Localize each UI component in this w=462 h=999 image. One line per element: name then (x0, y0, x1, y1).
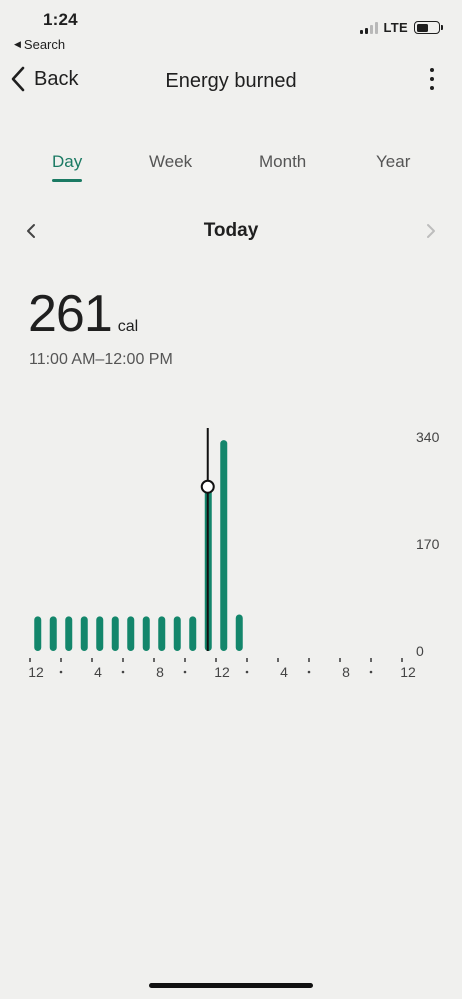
chart-bar[interactable] (96, 616, 104, 651)
tab-month[interactable]: Month (259, 152, 306, 172)
calories-value: 261 (28, 285, 113, 343)
battery-icon (414, 21, 443, 34)
x-tick-dot (59, 670, 63, 674)
status-indicators: LTE (359, 20, 443, 35)
chart-bar[interactable] (142, 616, 150, 651)
chart-bar[interactable] (173, 616, 181, 651)
tab-year[interactable]: Year (376, 152, 410, 172)
network-label: LTE (383, 20, 408, 35)
date-label: Today (203, 220, 259, 241)
chart-bar[interactable] (111, 616, 119, 651)
home-indicator (149, 983, 313, 988)
energy-bar-chart[interactable]: 12 4 8 12 4 8 120170340 (0, 410, 462, 690)
x-tick-dot (183, 670, 187, 674)
back-button[interactable]: Back (10, 66, 78, 92)
x-tick-dot (121, 670, 125, 674)
back-triangle-icon: ◀ (14, 39, 21, 49)
time-range: 11:00 AM–12:00 PM (29, 351, 173, 368)
chart-bar[interactable] (65, 616, 73, 651)
y-tick-label: 170 (416, 536, 440, 552)
chart-bar[interactable] (158, 616, 166, 651)
status-back-link[interactable]: ◀ Search (14, 37, 65, 52)
y-tick-label: 0 (416, 643, 424, 659)
chevron-right-icon (427, 224, 435, 238)
signal-icon (359, 21, 378, 34)
x-tick-dot (307, 670, 311, 674)
energy-burned-screen: 1:24 ◀ Search LTE Back Energy burned Day… (0, 0, 462, 999)
x-tick-label: 12 (28, 664, 44, 680)
x-tick-label: 8 (342, 664, 350, 680)
tab-day[interactable]: Day (52, 152, 83, 182)
chart-bar[interactable] (127, 616, 135, 651)
calories-unit: cal (117, 318, 139, 335)
x-tick-label: 8 (156, 664, 164, 680)
x-tick-dot (245, 670, 249, 674)
period-tabs: Day Week Month Year (0, 152, 462, 188)
back-label: Back (34, 67, 79, 90)
x-tick-label: 12 (214, 664, 230, 680)
next-day-button[interactable] (424, 220, 438, 247)
chart-bar[interactable] (189, 616, 197, 651)
chart-bar[interactable] (235, 614, 243, 651)
tab-week[interactable]: Week (149, 152, 192, 172)
date-navigation: Today (0, 218, 462, 248)
chart-bar[interactable] (34, 616, 42, 651)
status-time: 1:24 (43, 10, 78, 29)
x-tick-label: 4 (280, 664, 288, 680)
summary-value: 261 cal (28, 284, 138, 344)
y-tick-label: 340 (416, 429, 440, 445)
chart-bar[interactable] (80, 616, 88, 651)
status-back-label: Search (23, 37, 66, 52)
chart-bar[interactable] (220, 440, 228, 651)
chart-bar[interactable] (49, 616, 57, 651)
x-tick-dot (369, 670, 373, 674)
more-options-icon[interactable] (426, 68, 438, 96)
app-header: Back Energy burned (0, 62, 462, 102)
selection-marker (200, 479, 215, 494)
x-tick-label: 4 (94, 664, 102, 680)
chevron-left-icon (11, 66, 25, 92)
x-tick-label: 12 (400, 664, 416, 680)
